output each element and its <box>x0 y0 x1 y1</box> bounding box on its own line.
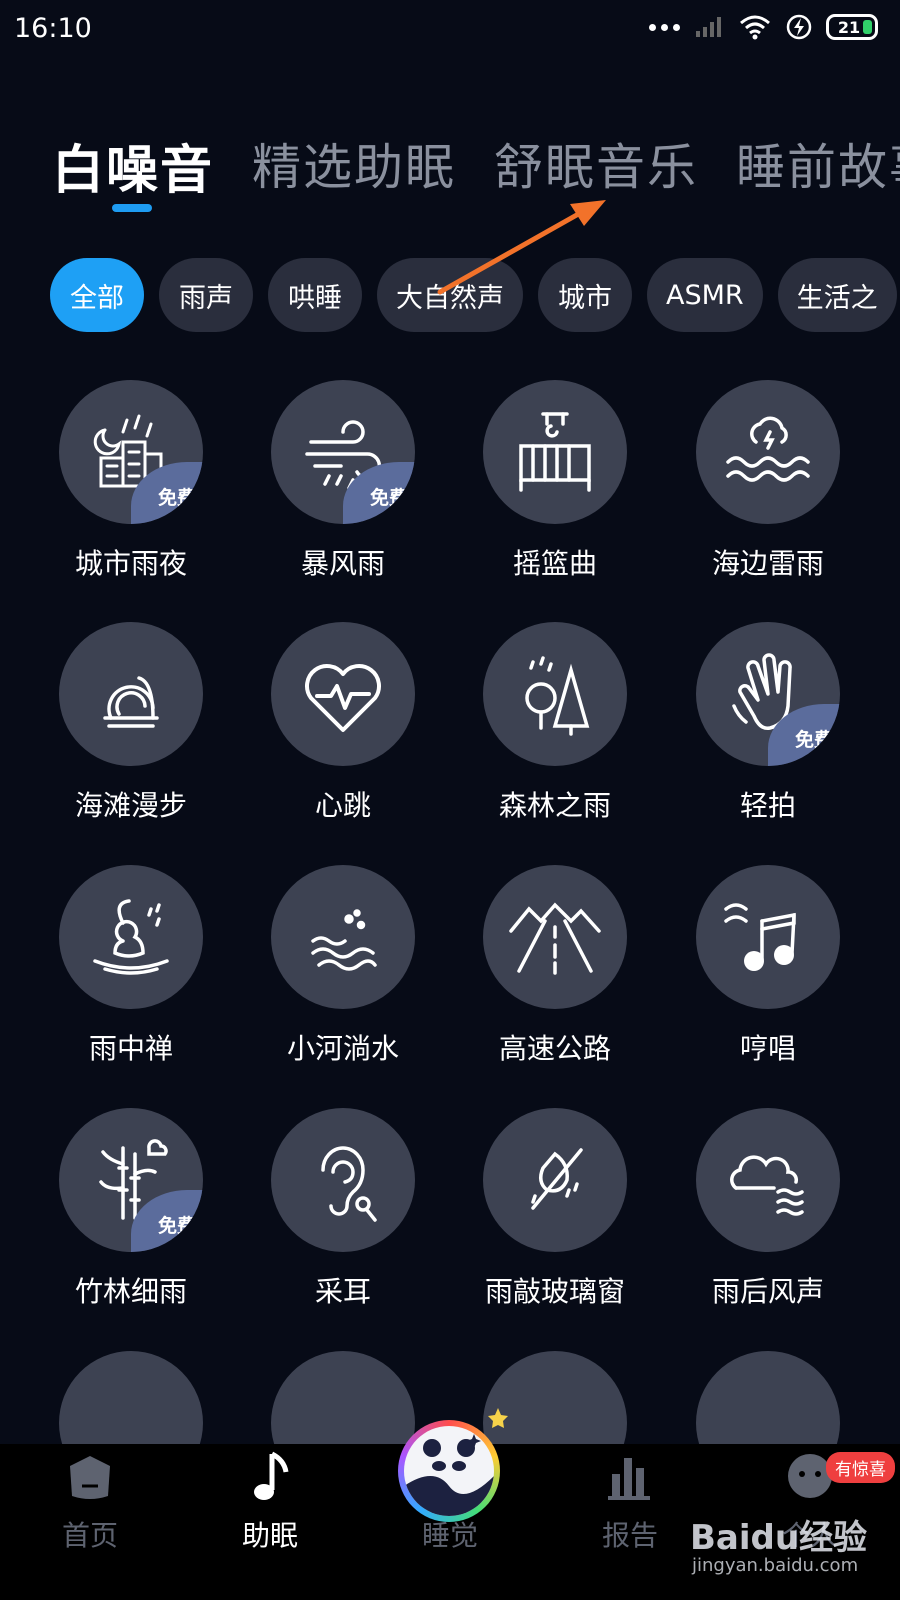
heartbeat-icon <box>305 664 381 732</box>
star-icon <box>488 1408 508 1428</box>
cradle-icon <box>519 412 591 492</box>
sound-icon-circle[interactable]: 免费 <box>59 380 203 524</box>
sound-icon-circle[interactable]: 免费 <box>696 622 840 766</box>
watermark-url: jingyan.baidu.com <box>692 1555 859 1576</box>
sound-tile[interactable]: 海边雷雨 <box>683 380 853 582</box>
sound-tile[interactable]: 摇篮曲 <box>470 380 640 582</box>
sound-tile[interactable]: 免费 竹林细雨 <box>46 1108 216 1310</box>
sound-icon-circle[interactable]: 免费 <box>59 1108 203 1252</box>
more-dots-icon <box>649 23 680 31</box>
rain-window-icon <box>531 1148 583 1210</box>
cloud-wind-icon <box>730 1155 804 1216</box>
battery-percent: 21 <box>837 17 861 37</box>
sound-tile[interactable]: 采耳 <box>258 1108 428 1310</box>
active-tab-indicator <box>112 204 152 212</box>
sound-label: 雨后风声 <box>711 1275 824 1308</box>
tab-white-noise[interactable]: 白噪音 <box>52 128 214 203</box>
highway-icon <box>509 902 601 975</box>
sound-tile[interactable]: 雨敲玻璃窗 <box>470 1108 640 1310</box>
sound-tile[interactable]: 高速公路 <box>470 865 640 1067</box>
sound-label: 海边雷雨 <box>711 547 824 580</box>
sound-label: 采耳 <box>314 1275 371 1308</box>
sound-label: 暴风雨 <box>300 547 385 580</box>
tab-bedtime-stories[interactable]: 睡前故事 <box>736 128 900 203</box>
bar-chart-icon <box>608 1458 650 1500</box>
chip-asmr[interactable]: ASMR <box>647 258 763 332</box>
sound-icon-circle[interactable] <box>271 865 415 1009</box>
sound-icon-circle[interactable] <box>696 1108 840 1252</box>
sound-label: 小河淌水 <box>286 1032 399 1065</box>
sound-icon-circle[interactable] <box>59 622 203 766</box>
sound-tile[interactable]: 海滩漫步 <box>46 622 216 824</box>
sound-icon-circle[interactable]: 免费 <box>271 380 415 524</box>
sound-icon-circle[interactable] <box>271 1108 415 1252</box>
sound-icon-circle[interactable] <box>483 1108 627 1252</box>
chip-life[interactable]: 生活之 <box>777 258 897 332</box>
sound-label: 摇篮曲 <box>512 547 597 580</box>
sound-icon-circle[interactable] <box>696 865 840 1009</box>
sound-tile[interactable]: 森林之雨 <box>470 622 640 824</box>
sound-label: 高速公路 <box>498 1032 611 1065</box>
sound-icon-circle[interactable] <box>59 865 203 1009</box>
sea-thunder-icon <box>726 416 810 482</box>
battery-indicator: 21 <box>826 14 878 40</box>
chip-all[interactable]: 全部 <box>50 258 144 332</box>
music-note-icon <box>254 1451 289 1500</box>
sound-label: 森林之雨 <box>498 789 611 822</box>
sleep-center-button[interactable] <box>398 1420 500 1522</box>
sound-tile[interactable]: 雨中禅 <box>46 865 216 1067</box>
chip-lull[interactable]: 哄睡 <box>268 258 362 332</box>
sound-tile[interactable]: 免费 城市雨夜 <box>46 380 216 582</box>
sound-tile[interactable]: 免费 暴风雨 <box>258 380 428 582</box>
sound-icon-circle[interactable] <box>483 622 627 766</box>
sound-label: 轻拍 <box>739 789 796 822</box>
nav-report[interactable]: 报告 <box>570 1444 690 1552</box>
sound-icon-circle[interactable] <box>483 865 627 1009</box>
battery-level <box>863 20 872 34</box>
sound-tile[interactable]: 小河淌水 <box>258 865 428 1067</box>
sound-icon-circle[interactable] <box>696 380 840 524</box>
river-water-icon <box>311 909 377 971</box>
sound-label: 城市雨夜 <box>74 547 187 580</box>
chip-city[interactable]: 城市 <box>538 258 632 332</box>
nav-home[interactable]: 首页 <box>30 1444 150 1552</box>
ear-cleaning-icon <box>321 1146 377 1222</box>
sound-icon-circle[interactable] <box>271 622 415 766</box>
sound-label: 雨敲玻璃窗 <box>484 1275 625 1308</box>
sound-tile[interactable]: 哼唱 <box>683 865 853 1067</box>
chip-nature[interactable]: 大自然声 <box>377 258 523 332</box>
beach-walk-icon <box>103 676 159 728</box>
top-tabs: 白噪音 精选助眠 舒眠音乐 睡前故事 <box>52 128 900 203</box>
tab-sleep-music[interactable]: 舒眠音乐 <box>494 128 698 203</box>
filter-chips: 全部 雨声 哄睡 大自然声 城市 ASMR 生活之 <box>50 258 897 332</box>
sound-tile[interactable]: 雨后风声 <box>683 1108 853 1310</box>
status-time: 16:10 <box>14 13 92 44</box>
charging-icon <box>786 14 812 40</box>
music-note-icon <box>724 903 796 971</box>
sound-label: 心跳 <box>314 789 371 822</box>
tab-selected-sleep[interactable]: 精选助眠 <box>252 128 456 203</box>
promo-badge: 有惊喜 <box>826 1452 895 1483</box>
panda-sleep-icon <box>404 1426 494 1516</box>
sound-label: 哼唱 <box>739 1032 796 1065</box>
sound-label: 海滩漫步 <box>74 789 187 822</box>
sound-label: 竹林细雨 <box>74 1275 187 1308</box>
nav-sleep-aid-label: 助眠 <box>241 1519 298 1552</box>
nav-report-label: 报告 <box>601 1519 658 1552</box>
sound-tile[interactable]: 心跳 <box>258 622 428 824</box>
nav-sleep-aid[interactable]: 助眠 <box>210 1444 330 1552</box>
signal-icon <box>696 17 721 37</box>
chip-rain[interactable]: 雨声 <box>159 258 253 332</box>
status-bar: 16:10 21 <box>0 0 900 62</box>
sound-label: 雨中禅 <box>88 1032 173 1065</box>
nav-home-label: 首页 <box>61 1519 118 1552</box>
watermark-brand: Baidu经验 <box>690 1518 868 1558</box>
wifi-icon <box>740 15 770 40</box>
zen-meditation-icon <box>93 899 169 975</box>
home-icon <box>70 1456 110 1499</box>
status-icons: 21 <box>649 14 878 40</box>
sound-tile[interactable]: 免费 轻拍 <box>683 622 853 824</box>
forest-rain-icon <box>525 656 590 736</box>
sound-icon-circle[interactable] <box>483 380 627 524</box>
